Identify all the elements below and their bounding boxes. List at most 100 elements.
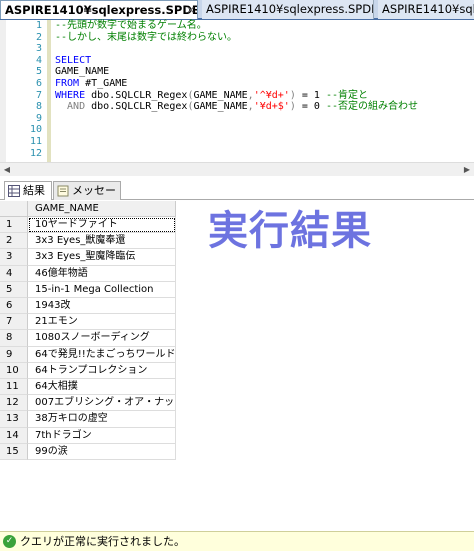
tab-label: ASPIRE1410¥sqlexpress.SPDB	[206, 2, 374, 16]
table-row[interactable]: 14 7thドラゴン	[0, 427, 176, 444]
table-row[interactable]: 3 3x3 Eyes_聖魔降臨伝	[0, 249, 176, 266]
row-number[interactable]: 4	[0, 265, 28, 282]
grid-cell-game-name[interactable]: 64で発見!!たまごっちワールド	[28, 346, 176, 363]
code-token: #T_GAME	[85, 78, 128, 89]
code-line[interactable]: 9	[0, 113, 474, 125]
line-number: 3	[35, 43, 42, 55]
row-number[interactable]: 10	[0, 362, 28, 379]
grid-cell-game-name[interactable]: 3x3 Eyes_獣魔奉還	[28, 233, 176, 250]
code-line[interactable]: 1 --先頭が数字で始まるゲーム名。	[0, 20, 474, 32]
code-text: FROM #T_GAME	[55, 78, 127, 90]
code-line[interactable]: 7 WHERE dbo.SQLCLR_Regex(GAME_NAME,'^¥d+'…	[0, 90, 474, 102]
table-row[interactable]: 2 3x3 Eyes_獣魔奉還	[0, 233, 176, 250]
grid-corner[interactable]	[0, 201, 28, 217]
grid-cell-game-name[interactable]: 64大相撲	[28, 379, 176, 396]
line-number: 12	[29, 147, 42, 159]
code-line[interactable]: 2 --しかし、末尾は数字では終わらない。	[0, 32, 474, 44]
row-number[interactable]: 5	[0, 281, 28, 298]
grid-cell-game-name[interactable]: 7thドラゴン	[28, 427, 176, 444]
status-text: クエリが正常に実行されました。	[20, 535, 185, 548]
tab-query-active[interactable]: ASPIRE1410¥sqlexpress.SPDB* ×	[0, 0, 198, 19]
query-editor[interactable]: 1 --先頭が数字で始まるゲーム名。 2 --しかし、末尾は数字では終わらない。 3 4 S…	[0, 20, 474, 162]
table-row[interactable]: 11 64大相撲	[0, 379, 176, 396]
code-text: SELECT	[55, 55, 91, 67]
code-token: GAME_NAME	[193, 101, 248, 113]
code-line[interactable]: 5 GAME_NAME	[0, 66, 474, 78]
code-text: AND dbo.SQLCLR_Regex(GAME_NAME,'¥d+$') =…	[55, 101, 418, 113]
tab-results[interactable]: 結果	[4, 181, 52, 200]
grid-cell-game-name[interactable]: 15-in-1 Mega Collection	[28, 281, 176, 298]
table-row[interactable]: 10 64トランプコレクション	[0, 362, 176, 379]
table-row[interactable]: 7 21エモン	[0, 314, 176, 331]
code-line[interactable]: 12	[0, 148, 474, 160]
code-token: GAME_NAME	[55, 66, 110, 78]
code-text: --先頭が数字で始まるゲーム名。	[55, 20, 207, 32]
line-number: 11	[29, 136, 42, 147]
table-row[interactable]: 9 64で発見!!たまごっちワールド	[0, 346, 176, 363]
code-line[interactable]: 8 AND dbo.SQLCLR_Regex(GAME_NAME,'¥d+$')…	[0, 101, 474, 113]
table-row[interactable]: 4 46億年物語	[0, 265, 176, 282]
code-token: --否定の組み合わせ	[325, 101, 419, 113]
code-line[interactable]: 3	[0, 43, 474, 55]
line-number: 1	[35, 20, 42, 31]
line-number: 8	[35, 101, 42, 113]
table-row[interactable]: 1 10ヤードファイト	[0, 217, 176, 234]
code-text: WHERE dbo.SQLCLR_Regex(GAME_NAME,'^¥d+')…	[55, 90, 368, 102]
code-token: AND	[55, 101, 92, 113]
table-row[interactable]: 6 1943改	[0, 298, 176, 315]
row-number[interactable]: 3	[0, 249, 28, 266]
scroll-left-icon[interactable]: ◀	[0, 163, 14, 177]
grid-cell-game-name[interactable]: 21エモン	[28, 314, 176, 331]
editor-horizontal-scrollbar[interactable]: ◀ ▶	[0, 162, 474, 176]
grid-cell-game-name[interactable]: 3x3 Eyes_聖魔降臨伝	[28, 249, 176, 266]
grid-cell-game-name[interactable]: 1080スノーボーディング	[28, 330, 176, 347]
results-tab-bar: 結果 メッセージ	[0, 180, 474, 215]
grid-cell-game-name[interactable]: 10ヤードファイト	[28, 217, 176, 234]
row-number[interactable]: 12	[0, 395, 28, 412]
code-token: '^¥d+'	[253, 89, 290, 101]
table-row[interactable]: 5 15-in-1 Mega Collection	[0, 281, 176, 298]
line-number: 7	[35, 89, 42, 101]
document-tab-bar: ASPIRE1410¥sqlexpress.SPDB* × ASPIRE1410…	[0, 0, 474, 20]
line-number: 10	[29, 124, 42, 136]
row-number[interactable]: 2	[0, 233, 28, 250]
tab-query-3[interactable]: ASPIRE1410¥sqlexpress.SPDB	[378, 0, 474, 19]
code-token: dbo.SQLCLR_Regex	[91, 101, 188, 113]
row-number[interactable]: 13	[0, 411, 28, 428]
scroll-right-icon[interactable]: ▶	[460, 163, 474, 177]
grid-cell-game-name[interactable]: 007エブリシング・オア・ナッシング	[28, 395, 176, 412]
row-number[interactable]: 6	[0, 298, 28, 315]
row-number[interactable]: 8	[0, 330, 28, 347]
column-header-game-name[interactable]: GAME_NAME	[28, 201, 176, 217]
grid-cell-game-name[interactable]: 99の涙	[28, 443, 176, 460]
table-row[interactable]: 12007エブリシング・オア・ナッシング	[0, 395, 176, 412]
close-icon[interactable]: ×	[187, 1, 195, 19]
table-row[interactable]: 15 99の涙	[0, 443, 176, 460]
grid-cell-game-name[interactable]: 38万キロの虚空	[28, 411, 176, 428]
tab-query-2[interactable]: ASPIRE1410¥sqlexpress.SPDB	[202, 0, 374, 19]
grid-cell-game-name[interactable]: 1943改	[28, 298, 176, 315]
code-line[interactable]: 6 FROM #T_GAME	[0, 78, 474, 90]
row-number[interactable]: 11	[0, 379, 28, 396]
row-number[interactable]: 1	[0, 217, 28, 234]
row-number[interactable]: 14	[0, 427, 28, 444]
table-row[interactable]: 8 1080スノーボーディング	[0, 330, 176, 347]
code-token: WHERE	[55, 89, 92, 101]
grid-cell-game-name[interactable]: 46億年物語	[28, 265, 176, 282]
row-number[interactable]: 9	[0, 346, 28, 363]
code-token: dbo.SQLCLR_Regex	[91, 89, 188, 101]
line-number: 4	[35, 54, 42, 66]
check-circle-icon: ✓	[3, 535, 16, 548]
row-number[interactable]: 15	[0, 443, 28, 460]
code-text: --しかし、末尾は数字では終わらない。	[55, 32, 237, 44]
code-line[interactable]: 4 SELECT	[0, 55, 474, 67]
code-token: '¥d+$'	[253, 101, 290, 113]
line-number: 9	[35, 112, 42, 124]
code-line[interactable]: 10	[0, 124, 474, 136]
code-line[interactable]: 11	[0, 136, 474, 148]
tab-label: ASPIRE1410¥sqlexpress.SPDB*	[5, 3, 198, 17]
table-row[interactable]: 13 38万キロの虚空	[0, 411, 176, 428]
row-number[interactable]: 7	[0, 314, 28, 331]
tab-messages[interactable]: メッセージ	[53, 181, 121, 215]
grid-cell-game-name[interactable]: 64トランプコレクション	[28, 362, 176, 379]
